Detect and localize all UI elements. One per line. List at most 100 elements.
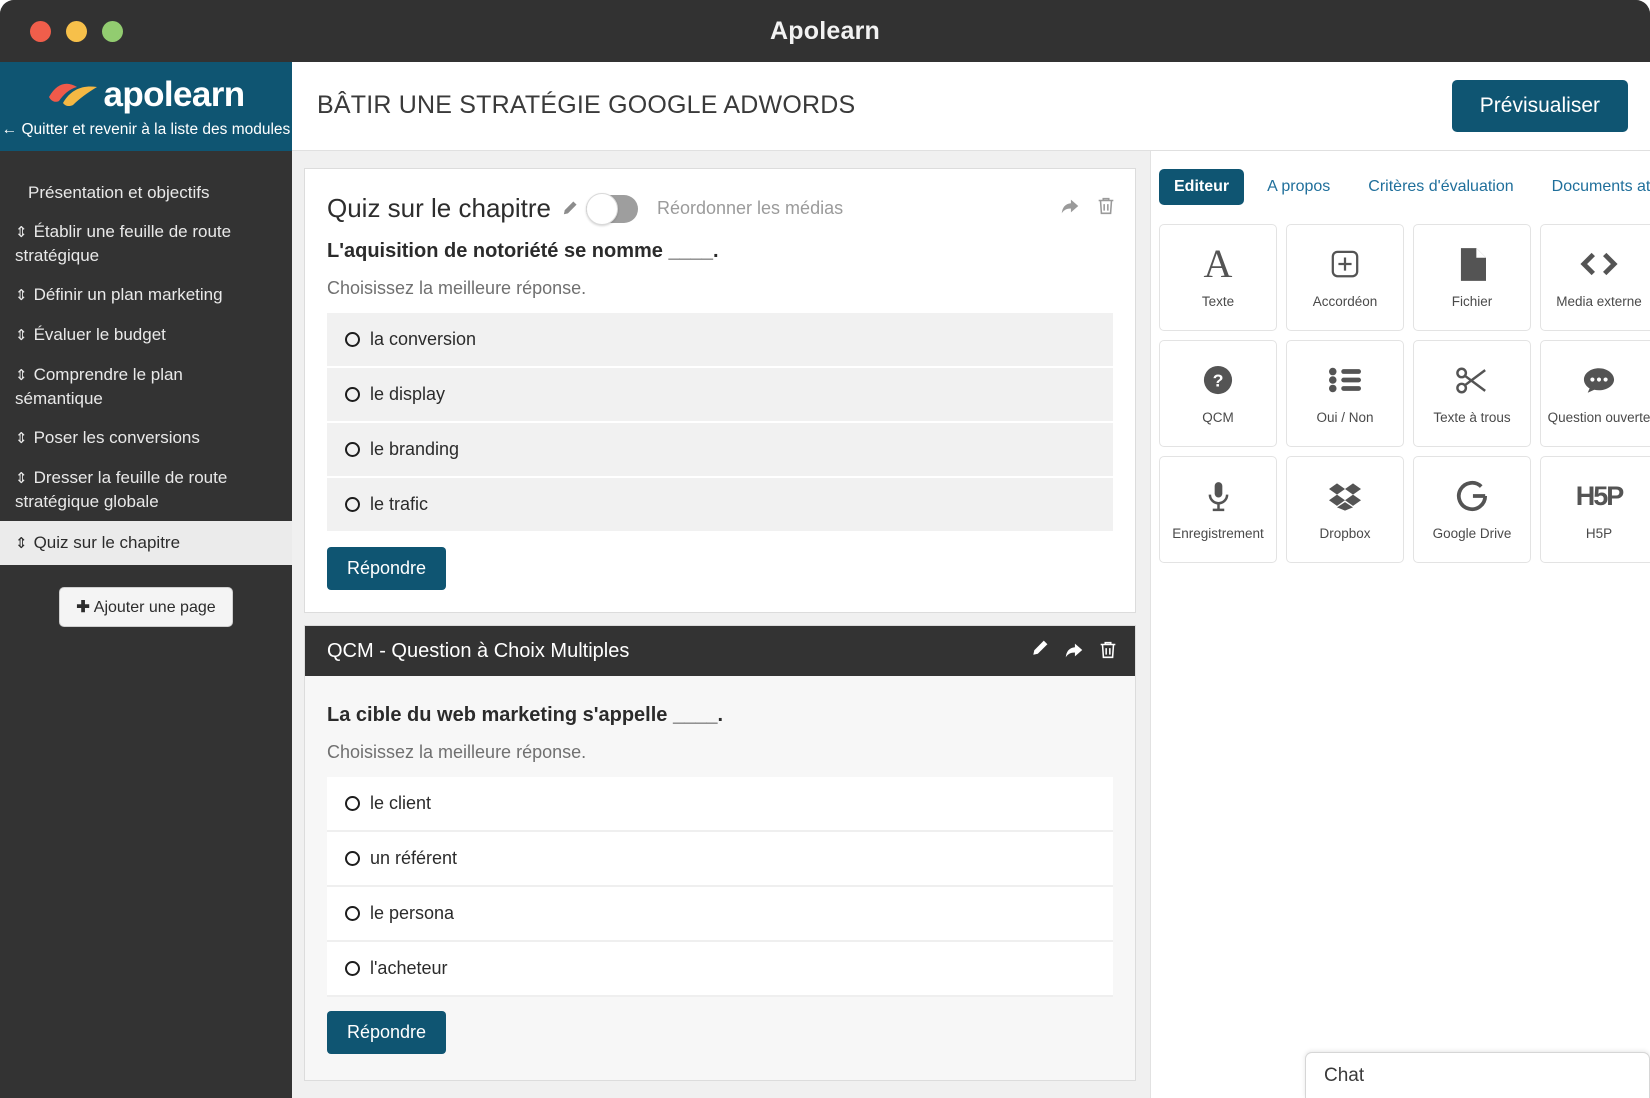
option-row[interactable]: le trafic <box>327 478 1113 533</box>
question-text: La cible du web marketing s'appelle ____… <box>327 704 724 726</box>
answer-button[interactable]: Répondre <box>327 547 447 590</box>
sidebar-item-feuille-route[interactable]: ⇕ Établir une feuille de route stratégiqu… <box>0 212 292 275</box>
option-label: un référent <box>370 848 458 868</box>
reorder-media-toggle[interactable] <box>585 192 638 225</box>
option-label: le client <box>370 793 432 813</box>
sidebar-item-conversions[interactable]: ⇕ Poser les conversions <box>0 418 292 458</box>
quiz-title: Quiz sur le chapitre <box>327 193 551 223</box>
sidebar-item-label: Établir une feuille de route stratégique <box>15 222 232 265</box>
widget-google-drive[interactable]: Google Drive <box>1413 456 1531 563</box>
right-panel-tabs: Editeur A propos Critères d'évaluation D… <box>1151 151 1650 219</box>
drag-handle-icon[interactable]: ⇕ <box>15 224 28 241</box>
widget-texte-a-trous[interactable]: Texte à trous <box>1413 340 1531 447</box>
sidebar-item-quiz[interactable]: ⇕ Quiz sur le chapitre <box>0 521 292 565</box>
option-row[interactable]: le client <box>327 777 1113 832</box>
quiz-header-actions <box>1059 195 1117 217</box>
option-row[interactable]: la conversion <box>327 313 1113 368</box>
drag-handle-icon[interactable]: ⇕ <box>15 367 28 384</box>
trash-icon[interactable] <box>1095 195 1117 217</box>
option-label: le branding <box>370 439 460 459</box>
radio-icon[interactable] <box>345 906 360 921</box>
sidebar-item-label: Poser les conversions <box>33 428 200 447</box>
main-header: BÂTIR UNE STRATÉGIE GOOGLE ADWORDS Prévi… <box>292 62 1650 151</box>
brand-logo: apolearn <box>0 71 292 117</box>
widget-oui-non[interactable]: Oui / Non <box>1286 340 1404 447</box>
widget-qcm[interactable]: ? QCM <box>1159 340 1277 447</box>
code-brackets-icon <box>1580 246 1618 282</box>
sidebar-nav: Présentation et objectifs ⇕ Établir une f… <box>0 151 292 565</box>
widget-label: Media externe <box>1556 294 1642 309</box>
widget-label: Texte à trous <box>1433 410 1511 425</box>
widget-fichier[interactable]: Fichier <box>1413 224 1531 331</box>
widget-h5p[interactable]: H5P H5P <box>1540 456 1650 563</box>
tab-criteres-evaluation[interactable]: Critères d'évaluation <box>1353 169 1528 205</box>
radio-icon[interactable] <box>345 387 360 402</box>
plus-square-icon <box>1330 246 1360 282</box>
widget-dropbox[interactable]: Dropbox <box>1286 456 1404 563</box>
toggle-knob <box>585 192 618 225</box>
share-icon[interactable] <box>1063 639 1085 661</box>
reorder-media-label: Réordonner les médias <box>656 198 844 218</box>
qcm-card: QCM - Question à Choix Multiples La cibl… <box>304 625 1136 1081</box>
pencil-icon[interactable] <box>560 200 578 218</box>
option-row[interactable]: un référent <box>327 832 1113 887</box>
editor-content-area: Quiz sur le chapitre Réordonner les médi… <box>292 151 1150 1098</box>
tab-a-propos[interactable]: A propos <box>1252 169 1345 205</box>
app-body: apolearn ← Quitter et revenir à la liste… <box>0 62 1650 1098</box>
option-label: la conversion <box>370 329 477 349</box>
drag-handle-icon[interactable]: ⇕ <box>15 327 28 344</box>
preview-button[interactable]: Prévisualiser <box>1451 80 1628 132</box>
trash-icon[interactable] <box>1097 639 1119 661</box>
list-icon <box>1329 362 1361 398</box>
share-icon[interactable] <box>1059 195 1081 217</box>
quiz-card: Quiz sur le chapitre Réordonner les médi… <box>304 168 1136 613</box>
qcm-bar-title: QCM - Question à Choix Multiples <box>327 639 630 662</box>
qcm-header-actions <box>1029 639 1119 661</box>
widget-label: Oui / Non <box>1316 410 1374 425</box>
tab-editeur[interactable]: Editeur <box>1159 169 1245 205</box>
answer-button[interactable]: Répondre <box>327 1011 447 1054</box>
radio-icon[interactable] <box>345 851 360 866</box>
apolearn-logo-icon <box>47 79 99 109</box>
widget-label: H5P <box>1585 526 1613 541</box>
add-page-button[interactable]: ✚ Ajouter une page <box>59 587 233 627</box>
option-row[interactable]: le display <box>327 368 1113 423</box>
sidebar-item-route-globale[interactable]: ⇕ Dresser la feuille de route stratégique… <box>0 458 292 521</box>
sidebar-brand: apolearn ← Quitter et revenir à la liste… <box>0 62 292 151</box>
speech-bubble-icon <box>1583 362 1615 398</box>
back-to-modules-link[interactable]: ← Quitter et revenir à la liste des modu… <box>0 121 292 139</box>
chat-widget[interactable]: Chat <box>1305 1052 1650 1098</box>
drag-handle-icon[interactable]: ⇕ <box>15 470 28 487</box>
radio-icon[interactable] <box>345 332 360 347</box>
plus-icon: ✚ <box>76 599 90 616</box>
add-page-container: ✚ Ajouter une page <box>0 587 292 627</box>
h5p-icon: H5P <box>1575 480 1625 511</box>
dropbox-icon <box>1329 478 1361 514</box>
drag-handle-icon[interactable]: ⇕ <box>15 287 28 304</box>
radio-icon[interactable] <box>345 497 360 512</box>
radio-icon[interactable] <box>345 442 360 457</box>
option-row[interactable]: le branding <box>327 423 1113 478</box>
widget-media-externe[interactable]: Media externe <box>1540 224 1650 331</box>
sidebar-item-plan-marketing[interactable]: ⇕ Définir un plan marketing <box>0 275 292 315</box>
sidebar-item-budget[interactable]: ⇕ Évaluer le budget <box>0 315 292 355</box>
option-row[interactable]: le persona <box>327 887 1113 942</box>
widget-accordeon[interactable]: Accordéon <box>1286 224 1404 331</box>
drag-handle-icon[interactable]: ⇕ <box>15 535 28 552</box>
radio-icon[interactable] <box>345 961 360 976</box>
drag-handle-icon[interactable]: ⇕ <box>15 430 28 447</box>
widget-question-ouverte[interactable]: Question ouverte <box>1540 340 1650 447</box>
pencil-icon[interactable] <box>1029 639 1051 661</box>
sidebar-item-plan-semantique[interactable]: ⇕ Comprendre le plan sémantique <box>0 355 292 418</box>
sidebar-item-presentation[interactable]: Présentation et objectifs <box>0 173 292 212</box>
widget-label: QCM <box>1202 410 1234 425</box>
widget-enregistrement[interactable]: Enregistrement <box>1159 456 1277 563</box>
window-titlebar: Apolearn <box>0 0 1650 62</box>
brand-name: apolearn <box>103 74 245 114</box>
radio-icon[interactable] <box>345 796 360 811</box>
google-g-icon <box>1456 478 1488 514</box>
option-row[interactable]: l'acheteur <box>327 942 1113 997</box>
widget-texte[interactable]: A Texte <box>1159 224 1277 331</box>
tab-documents-attaches[interactable]: Documents attachés <box>1537 169 1650 205</box>
widget-label: Dropbox <box>1319 526 1371 541</box>
